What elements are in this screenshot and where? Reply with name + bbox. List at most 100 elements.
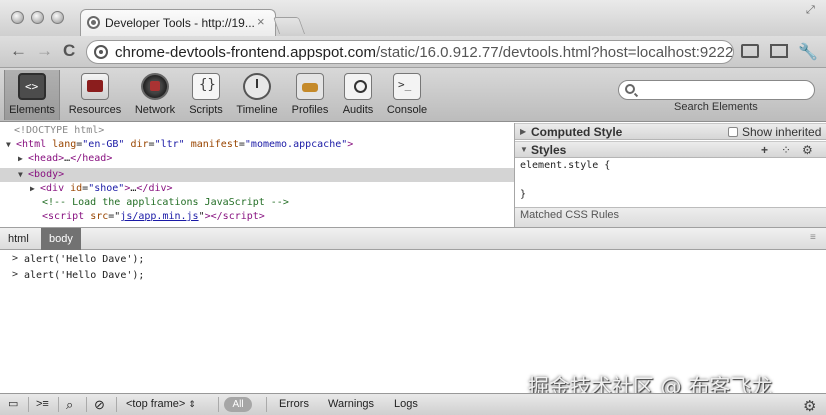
separator [266,397,267,412]
expand-triangle-icon[interactable]: ▼ [18,168,28,182]
element-style-rule[interactable]: element.style { [520,160,610,171]
html-tag: html [22,139,47,150]
tab-close-icon[interactable]: × [257,14,265,29]
attr-value: "en-GB" [82,139,125,150]
filter-logs-button[interactable]: Logs [394,396,418,413]
console-prompt-icon: > [12,253,19,264]
separator [218,397,219,412]
breadcrumb: html body ≡ [0,227,826,250]
dom-node-body[interactable]: ▼ <body> [0,168,514,182]
panel-tab-elements[interactable]: Elements [4,70,60,120]
browser-tab-devtools[interactable]: Developer Tools - http://19... × [80,9,276,36]
back-button[interactable]: ← [10,40,27,62]
search-elements-input[interactable] [618,80,815,100]
dock-toggle-icon[interactable]: ▭ [8,396,18,413]
attr-name: manifest [190,139,239,150]
panel-label: Network [134,104,176,116]
filter-all-button[interactable]: All [224,397,252,412]
show-inherited-checkbox[interactable] [728,127,738,137]
dom-tree: <!DOCTYPE html> ▼ <html lang="en-GB" dir=… [0,123,514,227]
browser-toolbar: ← → C chrome-devtools-frontend.appspot.c… [0,36,826,68]
devtools-status-bar: ▭ >≡ ⌕ ⊘ <top frame> ⇕ All Errors Warnin… [0,393,826,415]
styles-header[interactable]: ▼ Styles + ⁘ ⚙ [515,141,826,158]
dom-node-div-shoe[interactable]: ▶ <div id="shoe">…</div> [30,182,514,196]
minimize-window-button[interactable] [31,11,44,24]
filter-warnings-button[interactable]: Warnings [328,396,374,413]
panel-tab-resources[interactable]: Resources [66,70,124,120]
styles-sidebar: ▶ Computed Style Show inherited ▼ Styles… [514,123,826,227]
close-window-button[interactable] [11,11,24,24]
address-bar[interactable]: chrome-devtools-frontend.appspot.com/sta… [86,40,734,64]
expand-triangle-icon[interactable]: ▶ [18,152,28,166]
clear-console-icon[interactable]: ⊘ [94,396,105,413]
console-message: alert('Hello Dave'); [24,254,145,265]
panel-tab-timeline[interactable]: Timeline [232,70,282,120]
collapse-triangle-icon[interactable]: ▶ [520,127,526,136]
forward-button[interactable]: → [36,40,53,62]
dom-node-html[interactable]: ▼ <html lang="en-GB" dir="ltr" manifest="… [6,138,514,152]
doctype-text: <!DOCTYPE html> [14,125,105,136]
body-tag: body [34,169,59,180]
computed-style-header[interactable]: ▶ Computed Style Show inherited [515,123,826,140]
head-tag: head [34,153,59,164]
fullscreen-icon[interactable]: ⤢ [806,4,815,17]
styles-settings-gear-icon[interactable]: ⚙ [802,143,813,157]
page-action-icon[interactable] [741,44,759,58]
script-src-link[interactable]: js/app.min.js [120,211,198,222]
console-prompt-icon: > [12,269,19,280]
expand-triangle-icon[interactable]: ▶ [30,182,40,196]
element-state-icon[interactable]: ⁘ [781,143,791,157]
reload-button[interactable]: C [63,40,75,62]
matched-css-rules-title: Matched CSS Rules [520,209,620,221]
inspect-search-icon[interactable]: ⌕ [66,396,73,413]
panel-label: Scripts [189,104,223,116]
console-input-line[interactable]: alert('Hello Dave'); [24,269,144,283]
devtools-toolbar: Elements Resources Network Scripts Timel… [0,68,826,122]
dom-node-script[interactable]: <script src="js/app.min.js"></script> [42,210,514,224]
dom-node-head[interactable]: ▶ <head>…</head> [18,152,514,166]
frame-select-value: <top frame> [126,398,186,410]
timeline-icon [243,73,271,100]
search-elements-label: Search Elements [674,101,758,113]
comment-text: <!-- Load the applications JavaScript --… [42,197,289,208]
console-toggle-icon[interactable]: >≡ [36,396,49,413]
panel-label: Timeline [236,104,278,116]
breadcrumb-body[interactable]: body [41,228,81,250]
div-close-tag: div [148,183,167,194]
attr-value: "momemo.appcache" [244,139,348,150]
split-handle-icon[interactable]: ≡ [810,232,816,243]
attr-name: lang [52,139,77,150]
dom-node-doctype[interactable]: <!DOCTYPE html> [14,124,514,138]
attr-name: id [70,183,83,194]
panel-tab-audits[interactable]: Audits [337,70,379,120]
window-mode-icon[interactable] [770,44,788,58]
panel-tab-scripts[interactable]: Scripts [184,70,228,120]
settings-gear-icon[interactable]: ⚙ [803,397,816,415]
separator [28,397,29,412]
element-style-close-brace: } [520,189,527,200]
scripts-icon [192,73,220,100]
panel-tab-console[interactable]: Console [384,70,430,120]
head-close-tag: head [82,153,107,164]
div-tag: div [46,183,65,194]
wrench-menu-icon[interactable]: 🔧 [798,42,818,62]
panel-tab-profiles[interactable]: Profiles [288,70,332,120]
frame-select[interactable]: <top frame> ⇕ [126,396,196,413]
new-tab-button[interactable] [272,17,306,34]
filter-errors-button[interactable]: Errors [279,396,309,413]
address-text[interactable]: chrome-devtools-frontend.appspot.com/sta… [115,44,733,61]
zoom-window-button[interactable] [51,11,64,24]
dom-node-comment[interactable]: <!-- Load the applications JavaScript --… [42,196,514,210]
breadcrumb-html[interactable]: html [0,228,37,250]
add-rule-icon[interactable]: + [761,143,768,157]
show-inherited-label[interactable]: Show inherited [742,125,821,139]
attr-name: src [90,211,109,222]
panel-tab-network[interactable]: Network [131,70,179,120]
computed-style-title: Computed Style [531,125,623,139]
expand-triangle-icon[interactable]: ▼ [6,138,16,152]
panel-label: Console [386,104,428,116]
page-info-icon[interactable] [94,45,108,59]
select-arrows-icon: ⇕ [188,399,196,409]
matched-css-rules-header[interactable]: Matched CSS Rules [515,207,826,227]
expand-triangle-icon[interactable]: ▼ [520,145,528,154]
